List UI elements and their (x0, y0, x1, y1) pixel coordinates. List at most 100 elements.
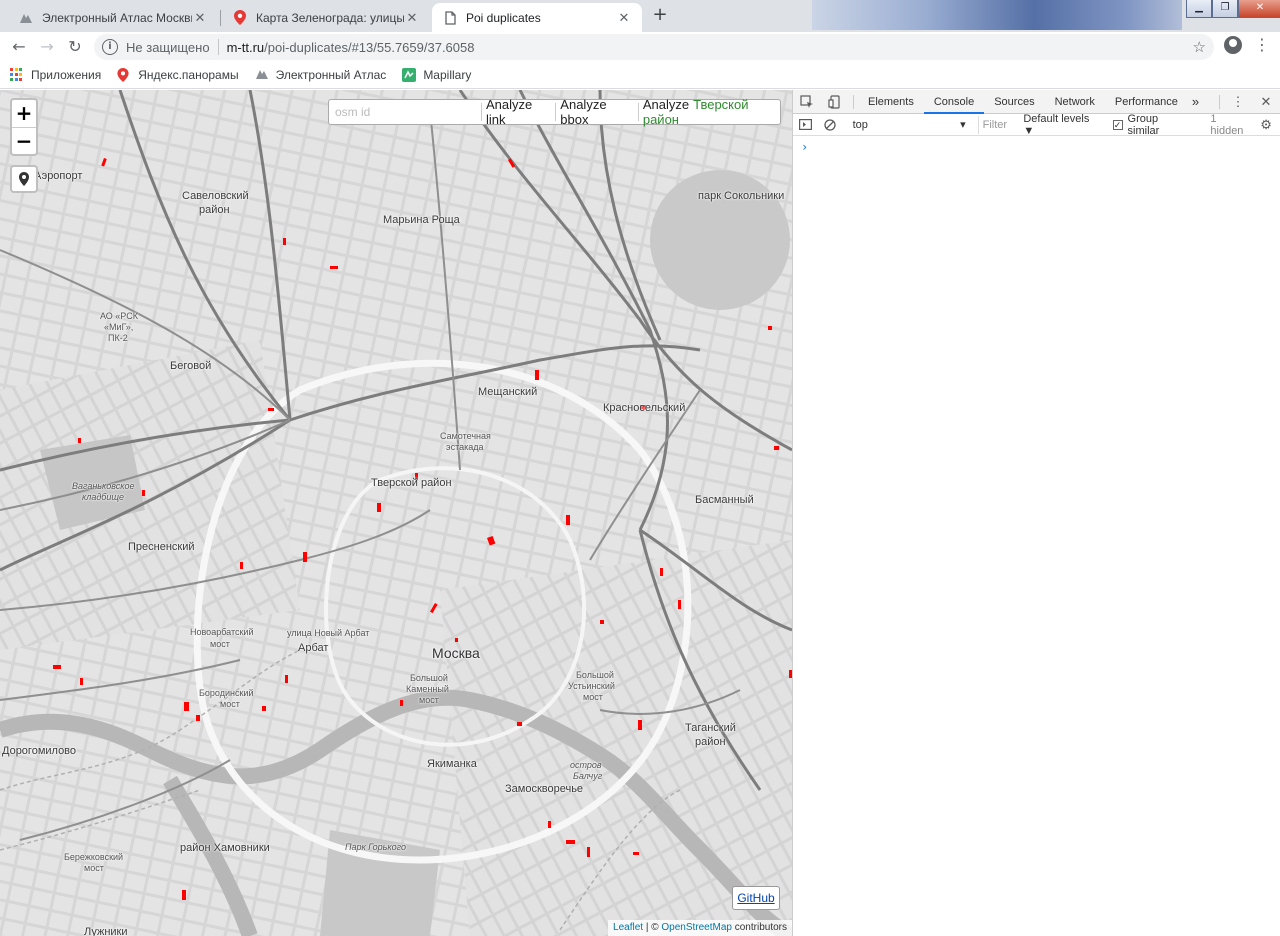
map-label: район Хамовники (180, 842, 270, 854)
group-similar-label[interactable]: Group similar (1128, 113, 1193, 137)
address-bar[interactable]: i Не защищено m-tt.ru/poi-duplicates/#13… (94, 34, 1214, 60)
bookmark-yandex-panoramas[interactable]: Яндекс.панорамы (117, 68, 239, 82)
map-label: Балчуг (573, 771, 603, 781)
analyze-link-button[interactable]: Analyze link (486, 97, 551, 127)
map-label: Устьинский (568, 681, 615, 691)
map-label: Новоарбатский (190, 627, 254, 637)
map-label: Ваганьковское (72, 481, 135, 491)
map-view[interactable]: Аэропорт Савеловский район Марьина Роща … (0, 90, 792, 936)
devtools-close-icon[interactable]: ✕ (1252, 90, 1280, 114)
sidebar-toggle-icon[interactable] (793, 113, 819, 137)
console-prompt[interactable]: › (801, 140, 808, 154)
tab-title: Электронный Атлас Москвы (42, 10, 192, 25)
url-path[interactable]: /poi-duplicates/#13/55.7659/37.6058 (264, 40, 474, 55)
document-favicon-icon (442, 10, 458, 26)
map-label: мост (583, 692, 603, 702)
reload-button[interactable]: ↻ (64, 36, 86, 58)
browser-toolbar: ← → ↻ i Не защищено m-tt.ru/poi-duplicat… (0, 32, 1280, 62)
map-label: Таганский (685, 722, 736, 734)
hidden-count: 1 hidden (1210, 112, 1244, 137)
devtools-tabbar: Elements Console Sources Network Perform… (793, 90, 1280, 114)
analyze-bbox-button[interactable]: Analyze bbox (560, 97, 634, 127)
map-label: эстакада (446, 442, 484, 452)
tab-console[interactable]: Console (923, 90, 985, 114)
desktop-background (812, 0, 1182, 30)
bookmark-label: Электронный Атлас (275, 68, 387, 82)
tab-sources[interactable]: Sources (984, 90, 1044, 114)
tab-network[interactable]: Network (1045, 90, 1105, 114)
map-label: ПК-2 (108, 333, 128, 343)
close-icon[interactable]: ✕ (404, 10, 420, 26)
map-label: Марьина Роща (383, 214, 460, 226)
more-tabs-button[interactable]: » (1188, 90, 1203, 114)
locate-button[interactable] (10, 165, 38, 193)
group-similar-checkbox[interactable]: ✓ (1112, 119, 1123, 130)
analyze-divider (481, 103, 482, 121)
osm-link[interactable]: OpenStreetMap (661, 922, 732, 933)
security-status[interactable]: Не защищено (126, 40, 210, 55)
profile-avatar-icon[interactable] (1224, 36, 1242, 54)
map-label: Каменный (406, 684, 449, 694)
map-label: остров (570, 760, 602, 770)
close-icon[interactable]: ✕ (192, 10, 208, 26)
analyze-divider (555, 103, 557, 121)
analyze-divider (637, 103, 639, 121)
map-label: парк Сокольники (698, 190, 785, 202)
map-label: Пресненский (128, 541, 195, 553)
map-label: Бородинский (199, 688, 254, 698)
bookmark-star-icon[interactable]: ☆ (1193, 38, 1206, 56)
analyze-district-button[interactable]: Analyze Тверской район (643, 97, 780, 127)
map-label: Самотечная (440, 431, 491, 441)
tab-poi-duplicates[interactable]: Poi duplicates ✕ (432, 3, 642, 32)
bookmark-label: Mapillary (423, 68, 472, 82)
info-icon[interactable]: i (102, 39, 118, 55)
chevron-down-icon: ▾ (960, 119, 966, 131)
atlas-logo-icon (255, 68, 269, 82)
browser-menu-icon[interactable]: ⋮ (1254, 36, 1270, 54)
close-icon[interactable]: ✕ (616, 10, 632, 26)
new-tab-button[interactable]: + (648, 4, 672, 28)
location-pin-icon (19, 172, 29, 186)
context-selector[interactable]: top ▾ (849, 116, 970, 134)
forward-button[interactable]: → (36, 36, 58, 58)
bookmark-atlas[interactable]: Электронный Атлас (255, 68, 387, 82)
inspect-element-icon[interactable] (793, 90, 821, 114)
osm-id-input[interactable] (329, 101, 477, 123)
map-label: Дорогомилово (2, 745, 77, 757)
devtools-menu-icon[interactable]: ⋮ (1224, 90, 1252, 114)
window-controls: ▁ ❐ ✕ (1186, 0, 1280, 18)
mapillary-logo-icon (402, 68, 417, 82)
clear-console-icon[interactable] (819, 113, 841, 137)
map-label: Беговой (170, 360, 212, 372)
apps-grid-icon (10, 68, 24, 82)
zoom-in-button[interactable]: + (12, 100, 36, 127)
log-levels-dropdown[interactable]: Default levels ▼ (1023, 113, 1102, 137)
console-settings-gear-icon[interactable]: ⚙ (1252, 113, 1280, 137)
tab-zelenograd[interactable]: Карта Зеленограда: улицы, дом ✕ (222, 3, 430, 32)
minimize-button[interactable]: ▁ (1186, 0, 1212, 18)
url-host[interactable]: m-tt.ru (227, 40, 265, 55)
map-label: мост (220, 699, 240, 709)
console-filter-input[interactable]: Filter (977, 115, 1018, 134)
map-label: Тверской район (371, 477, 452, 489)
map-label: АО «РСК (100, 311, 138, 321)
tab-elements[interactable]: Elements (858, 90, 924, 114)
window-close-button[interactable]: ✕ (1238, 0, 1280, 18)
map-label: Басманный (695, 494, 754, 506)
tab-performance[interactable]: Performance (1105, 90, 1188, 114)
restore-button[interactable]: ❐ (1212, 0, 1238, 18)
console-toolbar: top ▾ Filter Default levels ▼ ✓ Group si… (793, 112, 1280, 137)
bookmark-apps[interactable]: Приложения (10, 68, 101, 82)
tab-divider (220, 10, 221, 26)
back-button[interactable]: ← (8, 36, 30, 58)
tab-atlas[interactable]: Электронный Атлас Москвы ✕ (8, 3, 218, 32)
map-label: Парк Горького (345, 842, 407, 852)
leaflet-link[interactable]: Leaflet (613, 922, 643, 933)
zoom-out-button[interactable]: − (12, 127, 36, 154)
bookmark-mapillary[interactable]: Mapillary (402, 68, 471, 82)
bookmark-label: Яндекс.панорамы (138, 68, 239, 82)
map-label: «МиГ», (104, 322, 134, 332)
device-toolbar-icon[interactable] (821, 90, 849, 114)
github-link[interactable]: GitHub (732, 886, 780, 910)
attribution-tail: contributors (731, 922, 787, 933)
